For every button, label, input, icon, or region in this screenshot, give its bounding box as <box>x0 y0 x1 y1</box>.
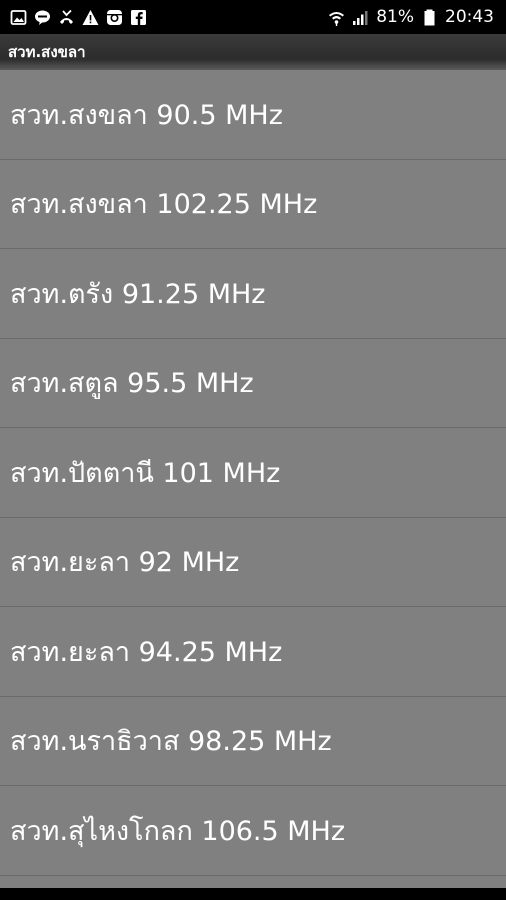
app-title-bar: สวท.สงขลา <box>0 34 506 70</box>
station-label: สวท.สุไหงโกลก 106.5 MHz <box>10 815 346 847</box>
system-indicators: 81% 20:43 <box>328 7 494 27</box>
station-item-pattani-101[interactable]: สวท.ปัตตานี 101 MHz <box>0 428 506 518</box>
bottom-edge-nub <box>478 888 506 900</box>
station-item-songkhla-102-25[interactable]: สวท.สงขลา 102.25 MHz <box>0 160 506 249</box>
station-label: สวท.นราธิวาส 98.25 MHz <box>10 726 332 758</box>
notification-icons <box>10 9 147 26</box>
app-title: สวท.สงขลา <box>8 43 86 61</box>
clock: 20:43 <box>445 7 494 27</box>
line-chat-icon <box>34 9 51 26</box>
gallery-icon <box>10 9 27 26</box>
station-item-yala-94-25[interactable]: สวท.ยะลา 94.25 MHz <box>0 607 506 697</box>
status-bar: 81% 20:43 <box>0 0 506 34</box>
station-label: สวท.สงขลา 90.5 MHz <box>10 99 283 131</box>
station-item-trang-91-25[interactable]: สวท.ตรัง 91.25 MHz <box>0 249 506 339</box>
station-label: สวท.ยะลา 92 MHz <box>10 547 240 579</box>
station-label: สวท.สตูล 95.5 MHz <box>10 368 254 400</box>
station-item-yala-92[interactable]: สวท.ยะลา 92 MHz <box>0 518 506 607</box>
instagram-icon <box>106 9 123 26</box>
station-list: สวท.สงขลา 90.5 MHz สวท.สงขลา 102.25 MHz … <box>0 70 506 900</box>
station-item-songkhla-90-5[interactable]: สวท.สงขลา 90.5 MHz <box>0 70 506 160</box>
battery-icon <box>421 9 438 26</box>
warning-icon <box>82 9 99 26</box>
station-label: สวท.ตรัง 91.25 MHz <box>10 278 266 310</box>
battery-percent: 81% <box>376 7 414 27</box>
station-item-satun-95-5[interactable]: สวท.สตูล 95.5 MHz <box>0 339 506 428</box>
signal-icon <box>352 9 369 26</box>
facebook-icon <box>130 9 147 26</box>
station-item-narathiwat-98-25[interactable]: สวท.นราธิวาส 98.25 MHz <box>0 697 506 786</box>
station-label: สวท.ยะลา 94.25 MHz <box>10 636 283 668</box>
missed-call-icon <box>58 9 75 26</box>
station-label: สวท.ปัตตานี 101 MHz <box>10 457 281 489</box>
station-label: สวท.สงขลา 102.25 MHz <box>10 189 318 221</box>
bottom-edge <box>0 888 506 900</box>
wifi-icon <box>328 9 345 26</box>
station-item-sungai-kolok-106-5[interactable]: สวท.สุไหงโกลก 106.5 MHz <box>0 786 506 876</box>
